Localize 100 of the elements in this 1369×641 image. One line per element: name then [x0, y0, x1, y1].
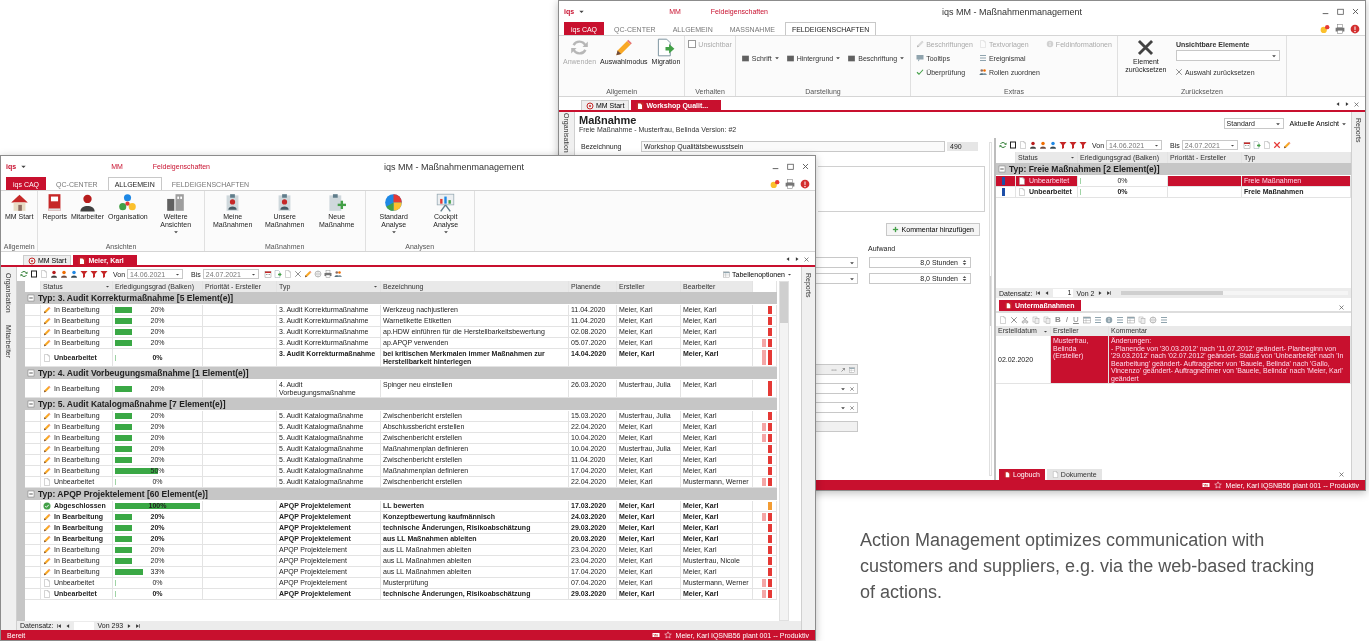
- previous-icon[interactable]: [1044, 290, 1051, 296]
- collapse-icon[interactable]: [27, 294, 35, 302]
- caret-icon[interactable]: [20, 163, 28, 170]
- caret-icon: [1070, 155, 1075, 160]
- format-button[interactable]: U: [1072, 315, 1080, 324]
- caret-icon[interactable]: [578, 8, 586, 15]
- dropdown-field[interactable]: [815, 257, 858, 268]
- circles-icon[interactable]: [770, 178, 780, 189]
- printer-icon[interactable]: [785, 178, 795, 189]
- button-group[interactable]: [815, 364, 858, 375]
- target-icon: [586, 101, 594, 110]
- star-icon[interactable]: [663, 631, 672, 639]
- refresh-icon[interactable]: [999, 141, 1007, 149]
- format-button[interactable]: B: [1054, 315, 1062, 324]
- check-icon: [916, 68, 925, 76]
- document-arrow-icon[interactable]: [1252, 141, 1261, 149]
- previous-icon[interactable]: [1335, 100, 1341, 107]
- collapse-icon[interactable]: [27, 490, 35, 498]
- close-icon[interactable]: [1351, 7, 1360, 16]
- scrollbar[interactable]: [779, 281, 789, 621]
- keyboard-icon[interactable]: [1201, 481, 1210, 489]
- arrow-icon: [840, 366, 846, 373]
- dropdown-field[interactable]: [815, 421, 858, 432]
- x-mark-icon[interactable]: [293, 270, 302, 278]
- plus-icon: [891, 226, 899, 233]
- delete-icon[interactable]: [1272, 141, 1281, 149]
- help-icon[interactable]: [800, 178, 810, 189]
- printer-icon[interactable]: [1335, 23, 1345, 34]
- group-header: Typ: Freie Maßnahmen [2 Element(e)]: [1009, 164, 1160, 174]
- group-header: Typ: 5. Audit Katalogmaßnahme [7 Element(e)]: [38, 399, 226, 409]
- page-field[interactable]: [74, 621, 95, 630]
- dropdown-field[interactable]: [815, 273, 858, 284]
- format-button[interactable]: I: [1064, 315, 1069, 324]
- last-page-icon[interactable]: [1106, 290, 1113, 296]
- caret-icon: [773, 55, 780, 61]
- people-icon[interactable]: [333, 270, 342, 278]
- group-header: Typ: APQP Projektelement [60 Element(e)]: [38, 489, 208, 499]
- person-icon[interactable]: [1029, 141, 1037, 149]
- maximize-icon[interactable]: [1336, 7, 1345, 16]
- first-page-icon[interactable]: [1035, 290, 1042, 296]
- caret-icon: [1154, 142, 1160, 148]
- printer-icon[interactable]: [323, 270, 332, 278]
- person-icon[interactable]: [1049, 141, 1057, 149]
- person-icon[interactable]: [50, 270, 58, 278]
- maximize-icon[interactable]: [786, 162, 795, 171]
- person-icon[interactable]: [70, 270, 78, 278]
- pencil-icon[interactable]: [1282, 141, 1291, 149]
- table-icon[interactable]: [1126, 315, 1135, 324]
- close-icon[interactable]: [801, 162, 810, 171]
- document-icon: [1051, 471, 1059, 478]
- next-icon[interactable]: [1344, 100, 1350, 107]
- person-icon[interactable]: [60, 270, 68, 278]
- easel-chart-icon: [436, 193, 456, 212]
- dropdown-field[interactable]: [1175, 50, 1280, 61]
- table-icon[interactable]: [1082, 315, 1091, 324]
- calendar-icon[interactable]: [263, 270, 272, 278]
- tooltip-icon: [916, 54, 925, 62]
- square-icon[interactable]: [30, 270, 38, 278]
- next-icon[interactable]: [1097, 290, 1104, 296]
- collapse-icon[interactable]: [998, 165, 1006, 173]
- previous-icon[interactable]: [785, 255, 791, 262]
- dropdown-field[interactable]: [815, 383, 858, 394]
- list-icon[interactable]: [1093, 315, 1102, 324]
- caret-icon: [1270, 52, 1277, 59]
- info-icon[interactable]: [1104, 315, 1113, 324]
- refresh-icon[interactable]: [20, 270, 28, 278]
- circles-icon[interactable]: [1320, 23, 1330, 34]
- scissors-icon[interactable]: [1021, 315, 1029, 324]
- x-mark-icon: [1174, 68, 1183, 76]
- close-icon[interactable]: [1338, 304, 1345, 311]
- table-row[interactable]: [996, 336, 1351, 384]
- next-icon[interactable]: [794, 255, 800, 262]
- star-icon[interactable]: [1213, 481, 1222, 489]
- caret-icon: [849, 275, 855, 282]
- close-icon[interactable]: [1338, 470, 1345, 478]
- pie-chart-icon: [384, 193, 404, 212]
- last-page-icon[interactable]: [135, 622, 142, 629]
- clipboard-plus-icon: [327, 193, 347, 212]
- help-icon[interactable]: [1350, 23, 1360, 34]
- calendar-icon[interactable]: [1242, 141, 1251, 149]
- collapse-icon[interactable]: [27, 369, 35, 377]
- form-title: Maßnahme: [579, 114, 638, 126]
- pencil-icon[interactable]: [303, 270, 312, 278]
- caret-icon: [840, 404, 846, 411]
- group-header: Typ: 4. Audit Vorbeugungsmaßnahme [1 Element(e)]: [38, 368, 249, 378]
- keyboard-icon[interactable]: [651, 631, 660, 639]
- collapse-icon[interactable]: [27, 400, 35, 408]
- person-icon[interactable]: [1039, 141, 1047, 149]
- pencil-icon: [916, 40, 925, 48]
- dropdown-field[interactable]: [815, 402, 858, 413]
- document-arrow-icon[interactable]: [273, 270, 282, 278]
- first-page-icon[interactable]: [56, 622, 63, 629]
- list-icon: [978, 54, 987, 62]
- x-mark-icon[interactable]: [1010, 315, 1018, 324]
- square-icon[interactable]: [1009, 141, 1017, 149]
- window-title: iqs MM - Maßnahmenmanagement: [942, 6, 1083, 17]
- caret-icon: [390, 229, 397, 235]
- caret-icon: [250, 271, 256, 277]
- list-icon[interactable]: [1115, 315, 1124, 324]
- list-icon[interactable]: [1159, 315, 1168, 324]
